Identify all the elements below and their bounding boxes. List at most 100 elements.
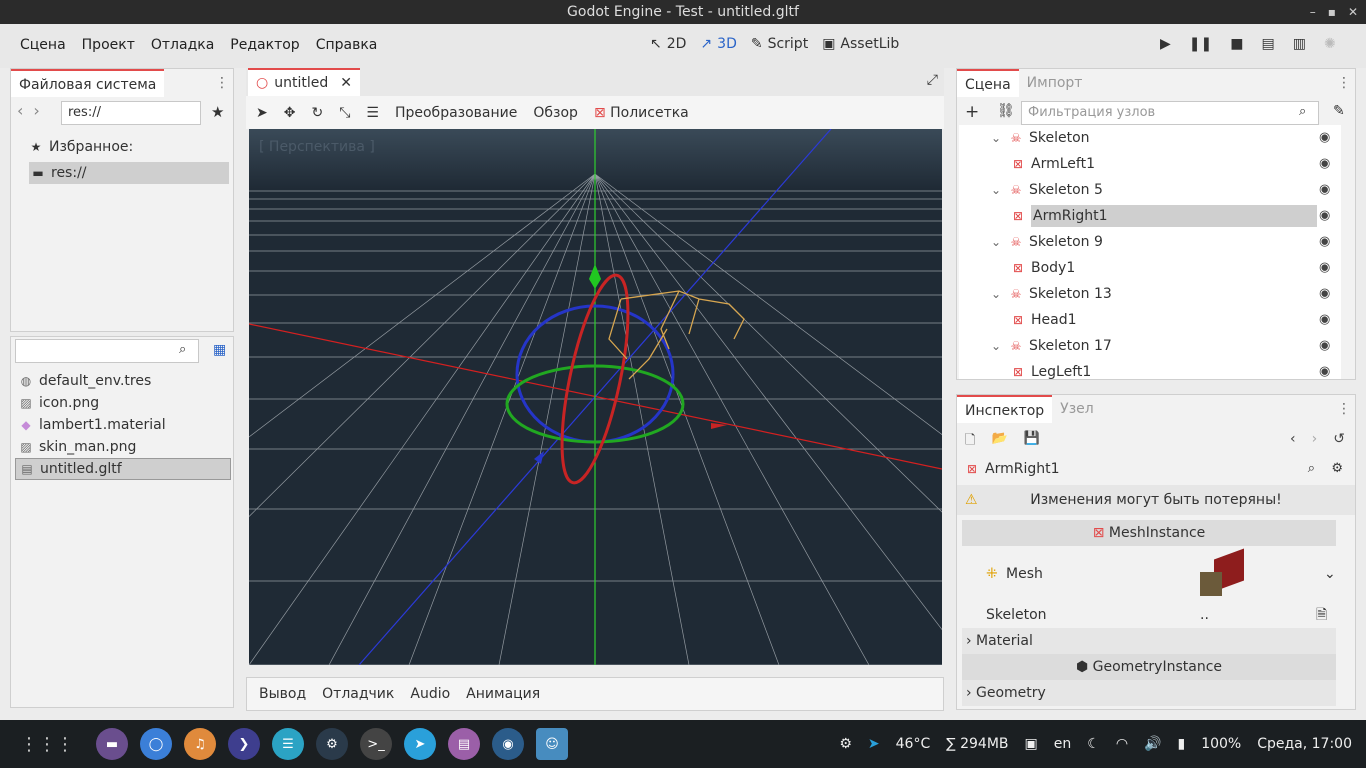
path-field[interactable]: res:// xyxy=(61,101,201,125)
tab-scene[interactable]: Сцена xyxy=(957,69,1019,97)
grid-menu[interactable]: ⊠ Полисетка xyxy=(594,105,689,121)
wifi-icon[interactable]: ◠ xyxy=(1116,736,1128,752)
add-node-icon[interactable]: + xyxy=(965,102,979,122)
menu-scene[interactable]: Сцена xyxy=(12,37,74,53)
tab-debugger[interactable]: Отладчик xyxy=(314,686,402,702)
grid-view-icon[interactable]: ▦ xyxy=(213,342,226,358)
screenshot-tray-icon[interactable]: ▣ xyxy=(1025,736,1038,752)
tree-node-mesh[interactable]: ⊠ Head1 xyxy=(959,307,1341,333)
link-icon[interactable]: ⛓ xyxy=(997,103,1015,119)
menu-debug[interactable]: Отладка xyxy=(143,37,222,53)
search-icon[interactable]: ⌕ xyxy=(1308,461,1315,476)
file-search-input[interactable] xyxy=(15,339,199,363)
steam-app-icon[interactable]: ⚙ xyxy=(316,728,348,760)
tab-inspector[interactable]: Инспектор xyxy=(957,395,1053,423)
pause-icon[interactable]: ❚❚ xyxy=(1189,36,1212,52)
minimize-button[interactable]: – xyxy=(1310,0,1316,24)
telegram-tray-icon[interactable]: ➤ xyxy=(868,736,880,752)
clock[interactable]: Среда, 17:00 xyxy=(1257,736,1352,752)
view-menu[interactable]: Обзор xyxy=(533,105,578,121)
tree-node-mesh[interactable]: ⊠ ArmLeft1 xyxy=(959,151,1341,177)
star-icon[interactable]: ★ xyxy=(211,103,224,121)
eye-icon[interactable]: ◉ xyxy=(1319,203,1339,229)
mode-script-button[interactable]: ✎ Script xyxy=(751,36,808,52)
mesh-preview[interactable] xyxy=(1200,548,1246,596)
tab-node[interactable]: Узел xyxy=(1052,395,1102,423)
nodepath-icon[interactable]: 🗎 xyxy=(1316,602,1327,628)
new-resource-icon[interactable]: 🗋 xyxy=(965,431,975,453)
close-tab-icon[interactable]: ✕ xyxy=(340,69,352,97)
kebab-icon[interactable]: ⋮ xyxy=(215,75,229,91)
play-custom-scene-icon[interactable]: ▥ xyxy=(1293,36,1306,52)
blender-app-icon[interactable]: ◉ xyxy=(492,728,524,760)
terminal-app-icon[interactable]: >_ xyxy=(360,728,392,760)
kebab-icon[interactable]: ⋮ xyxy=(1337,75,1351,91)
file-item[interactable]: ▨ icon.png xyxy=(15,392,231,414)
close-button[interactable]: ✕ xyxy=(1348,0,1358,24)
keyboard-layout[interactable]: en xyxy=(1054,736,1072,752)
section-geometryinstance[interactable]: ⬢ GeometryInstance xyxy=(962,654,1336,680)
tab-filesystem[interactable]: Файловая система xyxy=(11,69,165,97)
volume-level[interactable]: 100% xyxy=(1201,736,1241,752)
maximize-button[interactable]: ▪ xyxy=(1328,0,1336,24)
history-icon[interactable]: ↺ xyxy=(1333,431,1345,447)
file-item[interactable]: ◆ lambert1.material xyxy=(15,414,231,436)
audio-app-icon[interactable]: ♫ xyxy=(184,728,216,760)
tab-animation[interactable]: Анимация xyxy=(458,686,548,702)
night-mode-icon[interactable]: ☾ xyxy=(1087,736,1100,752)
play-scene-icon[interactable]: ▤ xyxy=(1261,36,1274,52)
geometry-group[interactable]: › Geometry xyxy=(962,680,1336,706)
mode-assetlib-button[interactable]: ▣ AssetLib xyxy=(822,36,899,52)
save-icon[interactable]: 💾 xyxy=(1024,431,1040,453)
eye-icon[interactable]: ◉ xyxy=(1319,333,1339,359)
filter-settings-icon[interactable]: ⚙ xyxy=(1331,461,1343,476)
file-item[interactable]: ▤ untitled.gltf xyxy=(15,458,231,480)
menu-help[interactable]: Справка xyxy=(308,37,386,53)
tab-import[interactable]: Импорт xyxy=(1019,69,1091,97)
telegram-app-icon[interactable]: ➤ xyxy=(404,728,436,760)
select-tool-icon[interactable]: ➤ xyxy=(256,105,268,121)
3d-viewport[interactable]: [ Перспектива ] xyxy=(249,129,942,665)
chevron-down-icon[interactable]: ⌄ xyxy=(1324,548,1336,600)
back-icon[interactable]: ‹ xyxy=(17,101,23,120)
mode-3d-button[interactable]: ↗ 3D xyxy=(700,36,736,52)
open-folder-icon[interactable]: 📂 xyxy=(991,431,1007,453)
tree-node-skeleton[interactable]: ⌄ ☠ Skeleton 9 xyxy=(959,229,1341,255)
tree-node-skeleton[interactable]: ⌄ ☠ Skeleton 5 xyxy=(959,177,1341,203)
vscode-app-icon[interactable]: ❯ xyxy=(228,728,260,760)
file-item[interactable]: ▨ skin_man.png xyxy=(15,436,231,458)
script-attach-icon[interactable]: ✎ xyxy=(1333,103,1345,119)
menu-project[interactable]: Проект xyxy=(74,37,143,53)
chromium-app-icon[interactable]: ◯ xyxy=(140,728,172,760)
tree-node-mesh[interactable]: ⊠ ArmRight1 xyxy=(959,203,1341,229)
stop-icon[interactable]: ■ xyxy=(1230,36,1243,52)
list-select-icon[interactable]: ☰ xyxy=(366,105,379,121)
kebab-icon[interactable]: ⋮ xyxy=(1337,401,1351,417)
tree-node-skeleton[interactable]: ⌄ ☠ Skeleton 13 xyxy=(959,281,1341,307)
eye-icon[interactable]: ◉ xyxy=(1319,307,1339,333)
document-app-icon[interactable]: ▤ xyxy=(448,728,480,760)
node-filter-input[interactable]: Фильтрация узлов xyxy=(1021,101,1319,125)
tree-node-mesh[interactable]: ⊠ LegLeft1 xyxy=(959,359,1341,379)
tree-node-skeleton[interactable]: ⌄ ☠ Skeleton xyxy=(959,125,1341,151)
menu-editor[interactable]: Редактор xyxy=(222,37,307,53)
app-grid-icon[interactable]: ⋮⋮⋮ xyxy=(20,734,74,755)
forward-icon[interactable]: › xyxy=(1312,431,1318,447)
forward-icon[interactable]: › xyxy=(33,101,39,120)
godot-app-icon[interactable]: ☺ xyxy=(536,728,568,760)
battery-icon[interactable]: ▮ xyxy=(1177,736,1185,752)
files-app-icon[interactable]: ▬ xyxy=(96,728,128,760)
steam-tray-icon[interactable]: ⚙ xyxy=(839,736,852,752)
eye-icon[interactable]: ◉ xyxy=(1319,125,1339,151)
eye-icon[interactable]: ◉ xyxy=(1319,255,1339,281)
eye-icon[interactable]: ◉ xyxy=(1319,359,1339,379)
back-icon[interactable]: ‹ xyxy=(1290,431,1296,447)
scale-tool-icon[interactable]: ⤡ xyxy=(339,105,350,121)
favorite-res-item[interactable]: ▬ res:// xyxy=(29,162,229,184)
tree-node-skeleton[interactable]: ⌄ ☠ Skeleton 17 xyxy=(959,333,1341,359)
volume-icon[interactable]: 🔊 xyxy=(1144,736,1161,752)
play-icon[interactable]: ▶ xyxy=(1160,36,1171,52)
rotate-tool-icon[interactable]: ↻ xyxy=(311,105,323,121)
mode-2d-button[interactable]: ↖ 2D xyxy=(650,36,686,52)
skeleton-path-value[interactable]: .. xyxy=(1200,602,1209,628)
